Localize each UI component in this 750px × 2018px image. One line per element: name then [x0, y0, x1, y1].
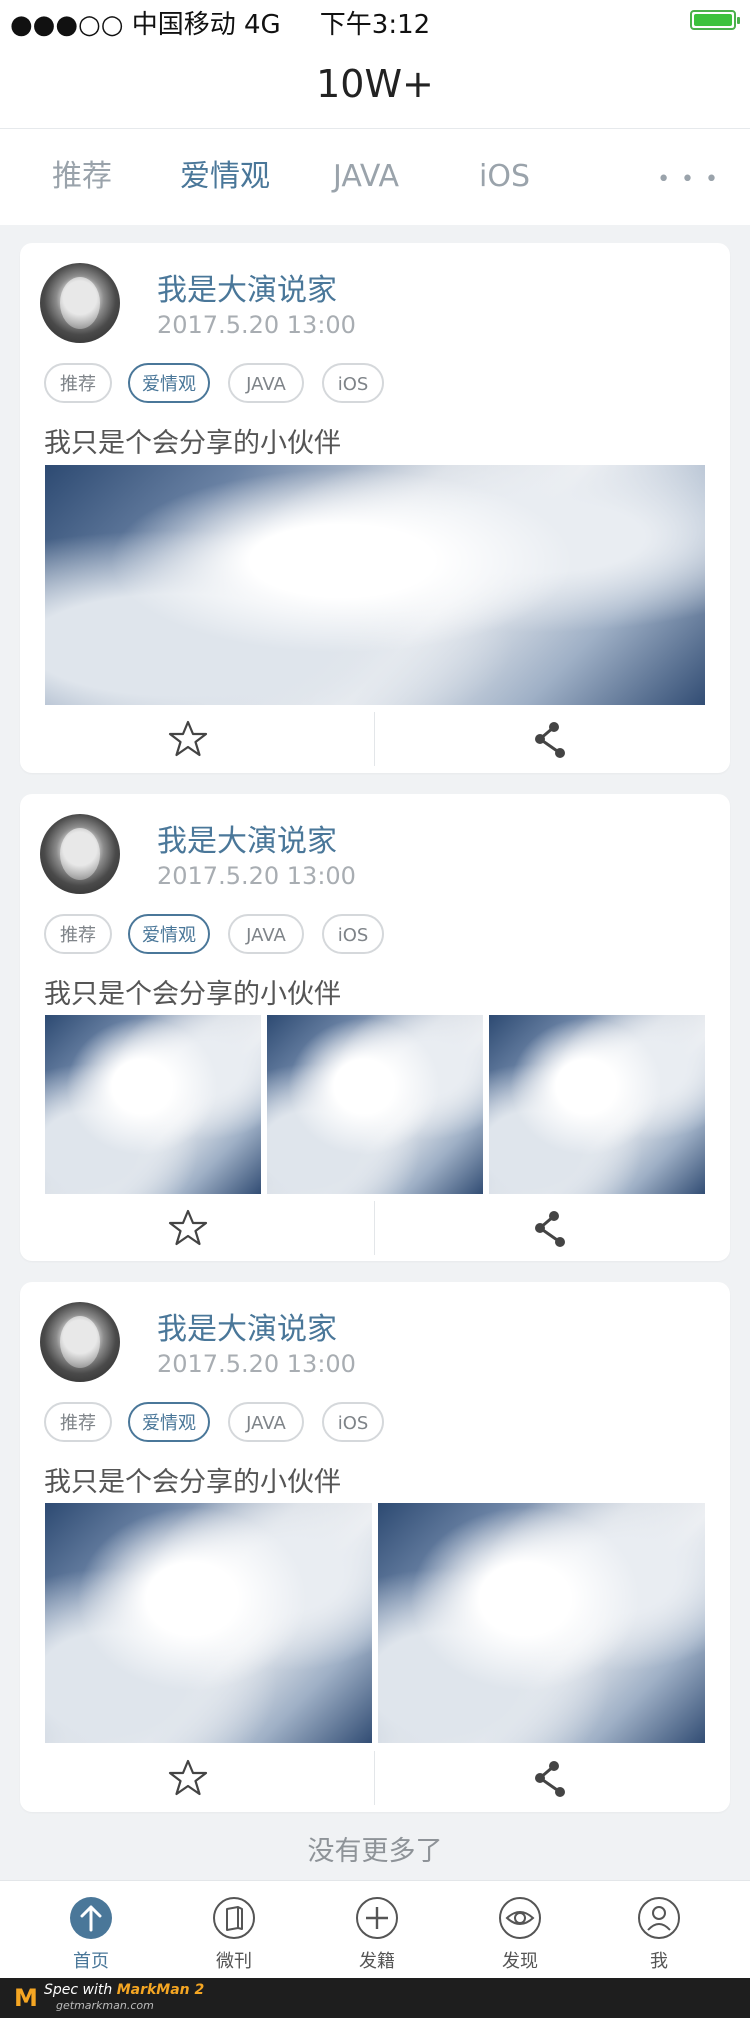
avatar[interactable] [40, 263, 120, 343]
tab-love[interactable]: 爱情观 [180, 129, 270, 225]
bottom-tab-label: 首页 [73, 1951, 109, 1972]
status-time: 下午3:12 [319, 10, 431, 40]
post-actions [20, 1743, 730, 1812]
no-more-text: 没有更多了 [307, 1836, 443, 1867]
post-image[interactable] [45, 1015, 261, 1194]
post-date: 2017.5.20 13:00 [157, 311, 356, 339]
share-icon[interactable] [530, 719, 570, 759]
share-icon[interactable] [530, 1758, 570, 1798]
tab-recommend[interactable]: 推荐 [52, 129, 112, 225]
post-text: 我只是个会分享的小伙伴 [44, 979, 341, 1010]
tag-recommend[interactable]: 推荐 [44, 363, 112, 403]
star-icon[interactable] [168, 1758, 208, 1798]
tag-ios[interactable]: iOS [322, 1402, 384, 1442]
bottom-tab-discover[interactable]: 发现 [445, 1881, 595, 1979]
bottom-tab-home[interactable]: 首页 [16, 1881, 166, 1979]
category-tabs: 推荐 爱情观 JAVA iOS • • • [0, 129, 750, 225]
post-image[interactable] [45, 1503, 372, 1743]
post-text: 我只是个会分享的小伙伴 [44, 1467, 341, 1498]
avatar[interactable] [40, 1302, 120, 1382]
tag-ios[interactable]: iOS [322, 914, 384, 954]
tag-love[interactable]: 爱情观 [128, 1402, 210, 1442]
post-actions [20, 1193, 730, 1262]
post-card: 我是大演说家 2017.5.20 13:00 推荐 爱情观 JAVA iOS 我… [20, 1282, 730, 1812]
share-icon[interactable] [530, 1208, 570, 1248]
post-date: 2017.5.20 13:00 [157, 1350, 356, 1378]
tag-love[interactable]: 爱情观 [128, 914, 210, 954]
tag-java[interactable]: JAVA [228, 363, 304, 403]
post-image[interactable] [378, 1503, 705, 1743]
bottom-tab-publish[interactable]: 发籍 [302, 1881, 452, 1979]
post-text: 我只是个会分享的小伙伴 [44, 428, 341, 459]
bottom-tab-label: 我 [650, 1951, 668, 1972]
home-icon [70, 1897, 112, 1939]
star-icon[interactable] [168, 719, 208, 759]
bottom-tab-magazine[interactable]: 微刊 [159, 1881, 309, 1979]
post-image[interactable] [267, 1015, 483, 1194]
post-card: 我是大演说家 2017.5.20 13:00 推荐 爱情观 JAVA iOS 我… [20, 794, 730, 1261]
action-divider [374, 712, 375, 766]
book-icon [213, 1897, 255, 1939]
tab-ios[interactable]: iOS [479, 129, 530, 225]
eye-icon [499, 1897, 541, 1939]
battery-icon [690, 10, 740, 30]
markman-line1: Spec with MarkMan 2 [44, 1982, 205, 1998]
tag-java[interactable]: JAVA [228, 914, 304, 954]
author-name[interactable]: 我是大演说家 [157, 1304, 337, 1348]
star-icon[interactable] [168, 1208, 208, 1248]
more-tabs-icon[interactable]: • • • [657, 167, 720, 192]
author-name[interactable]: 我是大演说家 [157, 265, 337, 309]
bottom-tab-me[interactable]: 我 [584, 1881, 734, 1979]
tab-java[interactable]: JAVA [333, 129, 399, 225]
avatar[interactable] [40, 814, 120, 894]
post-image[interactable] [489, 1015, 705, 1194]
bottom-tab-bar: 首页 微刊 发籍 发现 我 [0, 1880, 750, 1979]
bottom-tab-label: 发籍 [359, 1951, 395, 1972]
post-image[interactable] [45, 465, 705, 705]
tag-java[interactable]: JAVA [228, 1402, 304, 1442]
action-divider [374, 1751, 375, 1805]
post-date: 2017.5.20 13:00 [157, 862, 356, 890]
status-bar: ●●●○○ 中国移动 4G 下午3:12 [0, 0, 750, 40]
action-divider [374, 1201, 375, 1255]
page-title: 10W+ [0, 40, 750, 129]
markman-logo: M [14, 1984, 38, 2012]
post-card: 我是大演说家 2017.5.20 13:00 推荐 爱情观 JAVA iOS 我… [20, 243, 730, 773]
plus-icon [356, 1897, 398, 1939]
tag-recommend[interactable]: 推荐 [44, 914, 112, 954]
markman-watermark: M Spec with MarkMan 2 getmarkman.com [0, 1978, 750, 2018]
markman-url: getmarkman.com [56, 1999, 154, 2012]
tag-love[interactable]: 爱情观 [128, 363, 210, 403]
author-name[interactable]: 我是大演说家 [157, 816, 337, 860]
bottom-tab-label: 发现 [502, 1951, 538, 1972]
post-actions [20, 704, 730, 773]
user-icon [638, 1897, 680, 1939]
tag-ios[interactable]: iOS [322, 363, 384, 403]
bottom-tab-label: 微刊 [216, 1951, 252, 1972]
tag-recommend[interactable]: 推荐 [44, 1402, 112, 1442]
